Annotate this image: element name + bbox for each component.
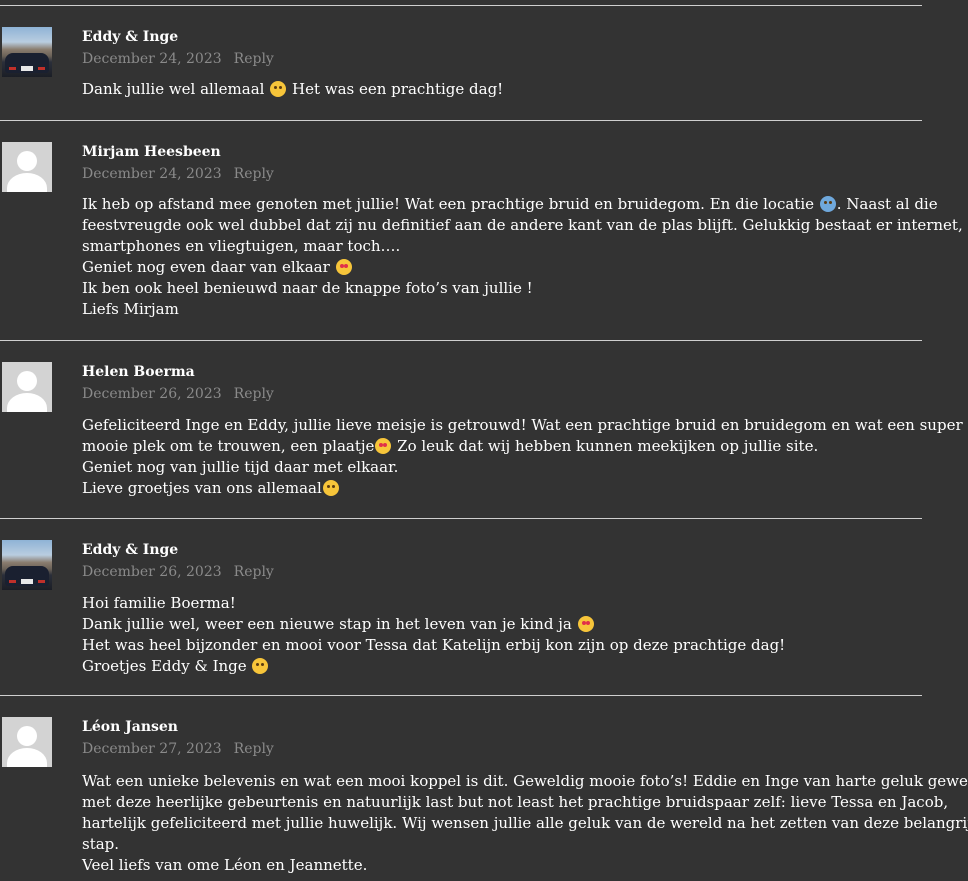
comment-author: Léon Jansen: [82, 719, 178, 735]
heart-eyes-emoji-icon: [375, 438, 392, 454]
comment: Léon Jansen December 27, 2023 Reply Wat e…: [0, 695, 968, 881]
reply-link[interactable]: Reply: [234, 386, 274, 402]
comment-date[interactable]: December 24, 2023: [82, 166, 222, 182]
comment-date[interactable]: December 27, 2023: [82, 741, 222, 757]
kissing-face-emoji-icon: [322, 480, 339, 496]
reply-link[interactable]: Reply: [234, 741, 274, 757]
reply-link[interactable]: Reply: [234, 166, 274, 182]
comment-body: Gefeliciteerd Inge en Eddy, jullie lieve…: [82, 416, 963, 497]
comment-body: Hoi familie Boerma! Dank jullie wel, wee…: [82, 594, 786, 675]
avatar: [2, 27, 52, 77]
comment-body: Ik heb op afstand mee genoten met jullie…: [82, 195, 963, 318]
heart-eyes-emoji-icon: [335, 259, 352, 275]
comment-author: Eddy & Inge: [82, 542, 179, 558]
avatar: [2, 142, 52, 192]
comment-author: Mirjam Heesbeen: [82, 144, 221, 160]
comment: Eddy & Inge December 24, 2023 Reply Dank …: [0, 5, 922, 121]
comment: Helen Boerma December 26, 2023 Reply Gefe…: [0, 340, 963, 519]
comment-author: Eddy & Inge: [82, 29, 179, 45]
reply-link[interactable]: Reply: [234, 564, 274, 580]
comment-body: Wat een unieke belevenis en wat een mooi…: [82, 772, 968, 874]
avatar: [2, 362, 52, 412]
avatar: [2, 540, 52, 590]
comment-body: Dank jullie wel allemaal Het was een pra…: [82, 80, 504, 98]
screaming-face-emoji-icon: [819, 196, 836, 212]
avatar: [2, 717, 52, 767]
smiling-hearts-emoji-icon: [577, 616, 594, 632]
comment-date[interactable]: December 26, 2023: [82, 386, 222, 402]
comment-author: Helen Boerma: [82, 364, 195, 380]
comment-date[interactable]: December 24, 2023: [82, 51, 222, 67]
smiling-face-emoji-icon: [270, 81, 287, 97]
comment: Eddy & Inge December 26, 2023 Reply Hoi f…: [0, 518, 922, 696]
comment-date[interactable]: December 26, 2023: [82, 564, 222, 580]
reply-link[interactable]: Reply: [234, 51, 274, 67]
hugging-face-emoji-icon: [252, 658, 269, 674]
comment: Mirjam Heesbeen December 24, 2023 Reply I…: [0, 120, 963, 341]
